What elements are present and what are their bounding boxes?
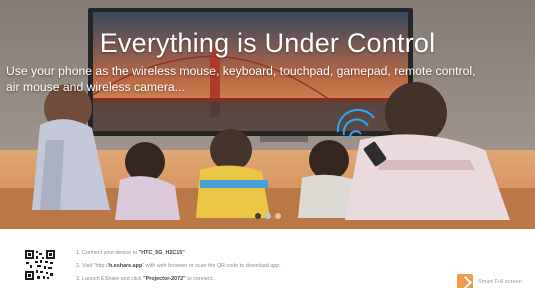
carousel-dots xyxy=(255,213,281,219)
step-3-text: 3. Launch EShare and click xyxy=(76,276,144,282)
step-1: 1. Connect your device to "HTC_5G_H2C15" xyxy=(76,247,281,260)
smart-fullscreen-toggle[interactable]: Smart Full screen xyxy=(457,274,522,288)
projector-name: "Projector-2072" xyxy=(143,276,186,282)
hero-banner: Everything is Under Control Use your pho… xyxy=(0,0,535,229)
step-3-text-end: to connect. xyxy=(185,276,214,282)
download-url: h.eshare.app xyxy=(108,263,143,269)
step-3: 3. Launch EShare and click "Projector-20… xyxy=(76,273,281,286)
carousel-dot-1[interactable] xyxy=(255,213,261,219)
hero-subtitle-line2: air mouse and wireless camera... xyxy=(6,80,185,94)
smart-fullscreen-label: Smart Full screen xyxy=(478,279,522,285)
hero-subtitle-line1: Use your phone as the wireless mouse, ke… xyxy=(6,64,476,78)
step-2: 2. Visit "http://h.eshare.app" with web … xyxy=(76,260,281,273)
checkbox-check-icon[interactable] xyxy=(457,274,473,288)
step-2-text-end: " with web browser or scan the QR code t… xyxy=(142,263,281,269)
step-1-text: 1. Connect your device to xyxy=(76,250,139,256)
step-2-text: 2. Visit "http:// xyxy=(76,263,109,269)
hero-subtitle: Use your phone as the wireless mouse, ke… xyxy=(6,63,531,95)
wifi-name: "HTC_5G_H2C15" xyxy=(138,250,185,256)
connection-steps: 1. Connect your device to "HTC_5G_H2C15"… xyxy=(76,247,281,286)
carousel-dot-2[interactable] xyxy=(265,213,271,219)
screen: Everything is Under Control Use your pho… xyxy=(0,0,535,288)
footer-panel: 1. Connect your device to "HTC_5G_H2C15"… xyxy=(0,229,535,288)
hero-title: Everything is Under Control xyxy=(99,28,436,58)
qr-code-icon xyxy=(25,250,55,280)
carousel-dot-3[interactable] xyxy=(275,213,281,219)
